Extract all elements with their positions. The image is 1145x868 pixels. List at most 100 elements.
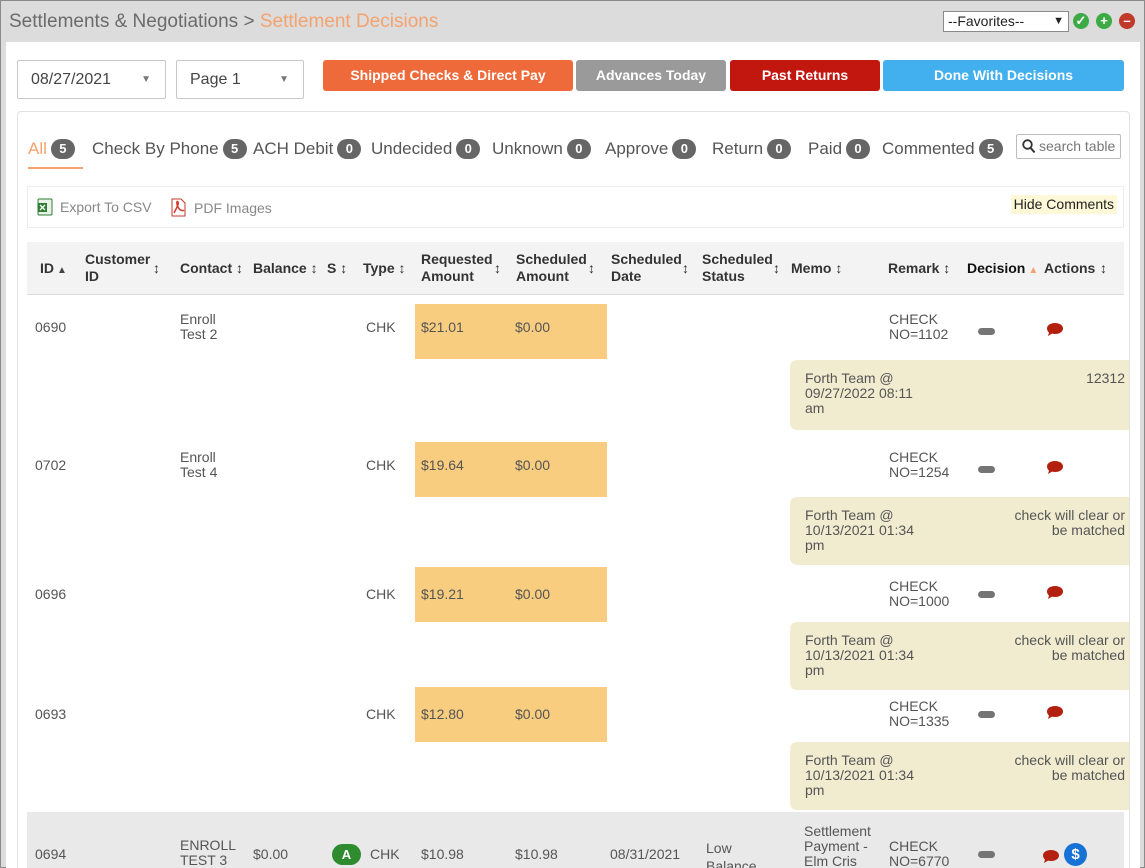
col-memo[interactable]: Memo ↕ <box>791 260 842 277</box>
tab-label: ACH Debit <box>253 139 334 158</box>
table-header: ID ▲︎ Customer ID ↕ Contact ↕ Balance ↕ S … <box>27 242 1124 295</box>
decision-toggle[interactable] <box>978 591 995 598</box>
done-with-decisions-button[interactable]: Done With Decisions <box>883 60 1124 91</box>
comment-bubble: Forth Team @10/13/2021 01:34 pm check wil… <box>790 742 1129 810</box>
col-id[interactable]: ID ▲︎ <box>40 260 67 279</box>
favorites-select[interactable]: --Favorites-- ▼ <box>943 11 1069 32</box>
pdf-images-button[interactable]: PDF Images <box>169 198 272 217</box>
remove-icon[interactable]: – <box>1119 13 1135 29</box>
col-actions[interactable]: Actions <box>1044 260 1095 277</box>
col-label: Decision <box>967 260 1026 276</box>
add-icon[interactable]: + <box>1096 13 1112 29</box>
cell-id: 0696 <box>35 586 67 602</box>
comment-line: 10/13/2021 01:34 <box>805 647 914 663</box>
tab-undecided[interactable]: Undecided 0 <box>371 139 481 159</box>
comment-bubble: Forth Team @10/13/2021 01:34 pm check wil… <box>790 622 1129 690</box>
tab-commented[interactable]: Commented 5 <box>882 139 1003 159</box>
col-contact[interactable]: Contact ↕ <box>180 260 243 277</box>
remark-line: NO=1102 <box>889 326 949 342</box>
comment-author: Forth Team @10/13/2021 01:34 pm <box>805 508 914 553</box>
comment-line: Forth Team @ <box>805 507 894 523</box>
comment-line: check will clear or <box>1014 507 1125 523</box>
contact-line: TEST 3 <box>180 852 228 868</box>
col-decision[interactable]: Decision ▲ <box>967 260 1038 279</box>
decisions-table: ID ▲︎ Customer ID ↕ Contact ↕ Balance ↕ S … <box>27 242 1129 868</box>
cell-scheduled: $0.00 <box>515 586 551 602</box>
payment-dollar-icon[interactable]: $ <box>1064 843 1087 866</box>
decision-toggle[interactable] <box>978 466 995 473</box>
col-scheduled-amount[interactable]: Scheduled Amount <box>516 251 587 285</box>
col-requested-amount[interactable]: Requested Amount <box>421 251 493 285</box>
contact-line: Test 4 <box>180 464 218 480</box>
check-icon[interactable]: ✓ <box>1073 13 1089 29</box>
comment-icon[interactable] <box>1046 585 1064 601</box>
col-balance[interactable]: Balance ↕ <box>253 260 318 277</box>
breadcrumb-parent[interactable]: Settlements & Negotiations <box>9 11 238 32</box>
cell-remark: CHECK NO=6770 <box>889 839 949 868</box>
main-panel: 08/27/2021 ▼ Page 1 ▼ Shipped Checks & D… <box>6 42 1140 868</box>
cell-scheduled-status: Low Balance <box>706 839 757 868</box>
col-customer-id[interactable]: Customer ID <box>85 251 150 285</box>
date-value: 08/27/2021 <box>31 71 112 88</box>
remark-line: NO=1000 <box>889 593 950 609</box>
tab-approve[interactable]: Approve 0 <box>605 139 697 159</box>
comment-text: 12312 <box>1086 371 1125 386</box>
tab-paid[interactable]: Paid 0 <box>808 139 871 159</box>
tab-all[interactable]: All 5 <box>28 139 75 159</box>
comment-line: pm <box>805 662 825 678</box>
decision-toggle[interactable] <box>978 328 995 335</box>
comment-bubble: Forth Team @10/13/2021 01:34 pm check wil… <box>790 497 1129 565</box>
tab-unknown[interactable]: Unknown 0 <box>492 139 591 159</box>
cell-type: CHK <box>366 457 396 473</box>
contact-line: Test 2 <box>180 326 218 342</box>
decision-toggle[interactable] <box>978 711 995 718</box>
sort-icon: ↕ <box>236 260 244 276</box>
comment-icon[interactable] <box>1046 460 1064 476</box>
sort-icon: ↕ <box>310 260 318 276</box>
sort-icon: ↕ <box>1100 260 1107 276</box>
pdf-images-label: PDF Images <box>194 200 272 216</box>
search-input[interactable]: search table <box>1016 134 1121 159</box>
cell-scheduled: $0.00 <box>515 457 551 473</box>
comment-icon[interactable] <box>1042 849 1060 865</box>
past-returns-button[interactable]: Past Returns <box>730 60 880 91</box>
comment-line: 10/13/2021 01:34 <box>805 767 914 783</box>
page-select[interactable]: Page 1 ▼ <box>176 60 304 99</box>
comment-icon[interactable] <box>1046 322 1064 338</box>
col-label: Amount <box>516 268 569 284</box>
col-scheduled-status[interactable]: Scheduled Status <box>702 251 773 285</box>
hide-comments-button[interactable]: Hide Comments <box>1010 195 1117 214</box>
tab-ach-debit[interactable]: ACH Debit 0 <box>253 139 362 159</box>
memo-line: Elm Cris <box>804 853 857 868</box>
tab-return[interactable]: Return 0 <box>712 139 792 159</box>
chevron-down-icon: ▼ <box>279 74 289 85</box>
cell-type: CHK <box>366 319 396 335</box>
advances-today-button[interactable]: Advances Today <box>576 60 726 91</box>
col-type[interactable]: Type ↕ <box>363 260 406 277</box>
remark-line: CHECK <box>889 311 939 327</box>
tab-label: Approve <box>605 139 669 158</box>
tab-check-by-phone[interactable]: Check By Phone 5 <box>92 139 247 159</box>
shipped-checks-button[interactable]: Shipped Checks & Direct Pay <box>323 60 573 91</box>
export-csv-button[interactable]: Export To CSV <box>36 198 152 216</box>
breadcrumb-separator: > <box>243 11 255 32</box>
cell-scheduled-date: 08/31/2021 <box>610 846 681 862</box>
comment-icon[interactable] <box>1046 705 1064 721</box>
col-scheduled-date[interactable]: Scheduled Date <box>611 251 682 285</box>
sort-icon: ↕ <box>943 260 951 276</box>
comment-line: be matched <box>1051 767 1125 783</box>
col-label: ID <box>85 268 99 284</box>
date-select[interactable]: 08/27/2021 ▼ <box>17 60 166 99</box>
comment-line: 12312 <box>1086 370 1125 386</box>
decision-toggle[interactable] <box>978 851 995 858</box>
contact-line: Enroll <box>180 449 216 465</box>
col-s[interactable]: S ↕ <box>327 260 347 277</box>
cell-requested: $19.64 <box>421 457 464 473</box>
excel-icon <box>37 198 53 216</box>
pdf-icon <box>171 198 186 217</box>
tab-label: All <box>28 139 47 158</box>
col-remark[interactable]: Remark ↕ <box>888 260 950 277</box>
cell-remark: CHECK NO=1102 <box>889 312 948 342</box>
col-label: Type <box>363 260 395 276</box>
col-label: Date <box>611 268 642 284</box>
